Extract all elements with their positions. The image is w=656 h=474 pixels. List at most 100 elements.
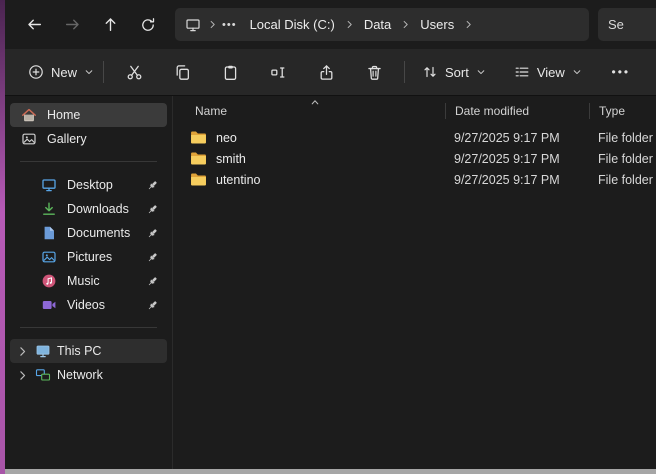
rename-button[interactable] (260, 55, 296, 89)
sidebar-item-pictures[interactable]: Pictures (10, 245, 167, 269)
search-text: Se (608, 17, 624, 32)
explorer-surface: ••• Local Disk (C:) Data Users (5, 0, 656, 469)
forward-button[interactable] (53, 8, 91, 42)
clipboard-icon (222, 64, 239, 81)
sidebar-item-label: Gallery (47, 132, 87, 146)
column-headers: Name Date modified Type (173, 99, 656, 123)
refresh-button[interactable] (129, 8, 167, 42)
sidebar-item-label: Home (47, 108, 80, 122)
expand-chevron-icon[interactable] (16, 369, 29, 382)
breadcrumb-users[interactable]: Users (411, 8, 463, 41)
file-rows: neo 9/27/2025 9:17 PM File folder smith (173, 123, 656, 469)
sidebar-item-documents[interactable]: Documents (10, 221, 167, 245)
column-header-name[interactable]: Name (173, 104, 445, 118)
gallery-icon (21, 131, 37, 147)
pin-icon (146, 299, 159, 312)
column-header-type[interactable]: Type (589, 103, 656, 120)
table-row[interactable]: neo 9/27/2025 9:17 PM File folder (173, 127, 656, 148)
file-date-cell: 9/27/2025 9:17 PM (445, 173, 589, 187)
desktop-icon (41, 177, 57, 193)
file-explorer-window: ••• Local Disk (C:) Data Users (0, 0, 656, 474)
folder-icon (190, 172, 207, 187)
view-button-label: View (537, 65, 565, 80)
music-icon (41, 273, 57, 289)
sort-arrows-icon (422, 64, 438, 80)
sidebar-item-label: Desktop (67, 178, 113, 192)
up-button[interactable] (91, 8, 129, 42)
breadcrumb-chevron (344, 19, 355, 30)
sidebar-separator (20, 327, 157, 328)
sort-button[interactable]: Sort (413, 55, 495, 89)
chevron-right-icon (344, 19, 355, 30)
table-row[interactable]: smith 9/27/2025 9:17 PM File folder (173, 148, 656, 169)
address-bar[interactable]: ••• Local Disk (C:) Data Users (175, 8, 589, 41)
breadcrumb-chevron (400, 19, 411, 30)
file-list-pane: Name Date modified Type neo 9/27/ (172, 96, 656, 469)
table-row[interactable]: utentino 9/27/2025 9:17 PM File folder (173, 169, 656, 190)
sidebar-item-this-pc[interactable]: This PC (10, 339, 167, 363)
chevron-down-icon (84, 67, 94, 77)
scissors-icon (126, 64, 143, 81)
sidebar-item-downloads[interactable]: Downloads (10, 197, 167, 221)
sidebar-item-network[interactable]: Network (10, 363, 167, 387)
background-window-bottom-edge (5, 469, 656, 474)
chevron-down-icon (572, 67, 582, 77)
file-name-cell[interactable]: smith (173, 151, 445, 166)
file-type-cell: File folder (589, 173, 656, 187)
file-type-cell: File folder (589, 131, 656, 145)
navigation-bar: ••• Local Disk (C:) Data Users (5, 0, 656, 49)
sidebar-item-videos[interactable]: Videos (10, 293, 167, 317)
command-bar: New (5, 49, 656, 96)
breadcrumb-chevron[interactable] (463, 19, 474, 30)
file-name-cell[interactable]: neo (173, 130, 445, 145)
list-view-icon (514, 64, 530, 80)
file-name: utentino (216, 173, 260, 187)
cut-button[interactable] (116, 55, 152, 89)
videos-icon (41, 297, 57, 313)
paste-button[interactable] (212, 55, 248, 89)
breadcrumb-overflow[interactable]: ••• (218, 19, 241, 31)
sidebar-item-desktop[interactable]: Desktop (10, 173, 167, 197)
navigation-pane: Home Gallery Desktop (5, 96, 172, 469)
share-button[interactable] (308, 55, 344, 89)
network-icon (35, 367, 51, 383)
forward-arrow-icon (64, 16, 81, 33)
up-arrow-icon (102, 16, 119, 33)
chevron-down-icon (476, 67, 486, 77)
breadcrumb-local-disk[interactable]: Local Disk (C:) (241, 8, 344, 41)
delete-button[interactable] (356, 55, 392, 89)
sort-ascending-caret-icon (310, 98, 320, 106)
pin-icon (146, 179, 159, 192)
sidebar-item-music[interactable]: Music (10, 269, 167, 293)
sidebar-item-label: Downloads (67, 202, 129, 216)
clipboard-group (116, 55, 392, 89)
file-date-cell: 9/27/2025 9:17 PM (445, 131, 589, 145)
see-more-button[interactable]: ••• (603, 55, 639, 89)
rename-icon (270, 64, 287, 81)
chevron-right-icon (400, 19, 411, 30)
file-name-cell[interactable]: utentino (173, 172, 445, 187)
back-button[interactable] (15, 8, 53, 42)
sidebar-item-gallery[interactable]: Gallery (10, 127, 167, 151)
folder-icon (190, 151, 207, 166)
address-device-icon[interactable] (179, 17, 207, 33)
column-header-date-modified[interactable]: Date modified (445, 103, 589, 120)
expand-chevron-icon[interactable] (16, 345, 29, 358)
chevron-right-icon (463, 19, 474, 30)
pin-icon (146, 275, 159, 288)
monitor-icon (185, 17, 201, 33)
copy-button[interactable] (164, 55, 200, 89)
breadcrumb-data[interactable]: Data (355, 8, 400, 41)
documents-icon (41, 225, 57, 241)
view-button[interactable]: View (505, 55, 591, 89)
copy-icon (174, 64, 191, 81)
toolbar-separator (404, 61, 405, 83)
file-name: smith (216, 152, 246, 166)
pin-icon (146, 227, 159, 240)
new-button-label: New (51, 65, 77, 80)
search-input[interactable]: Se (598, 8, 656, 41)
toolbar-separator (103, 61, 104, 83)
new-button[interactable]: New (19, 55, 103, 89)
sidebar-item-home[interactable]: Home (10, 103, 167, 127)
pin-icon (146, 203, 159, 216)
